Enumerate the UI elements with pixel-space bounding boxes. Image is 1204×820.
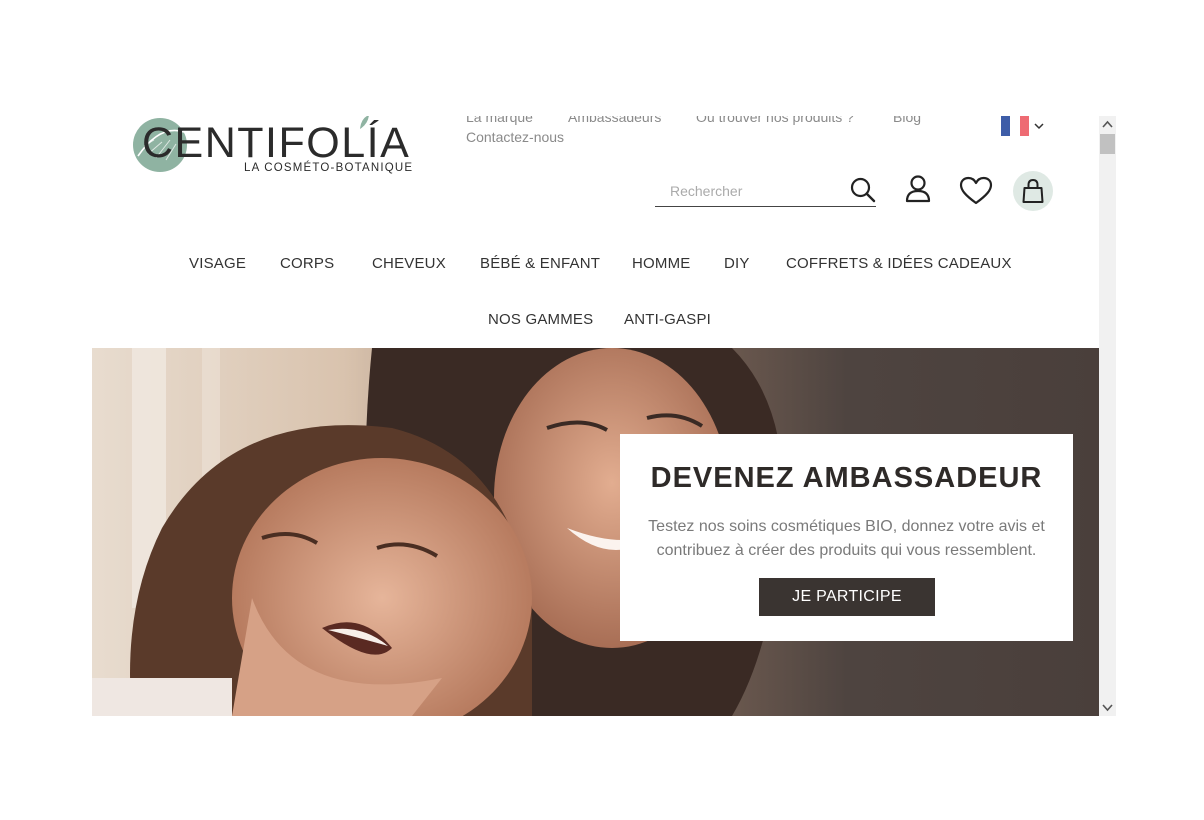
- nav-anti-gaspi[interactable]: ANTI-GASPI: [624, 311, 711, 328]
- ambassador-promo-card: DEVENEZ AMBASSADEUR Testez nos soins cos…: [620, 434, 1073, 641]
- vertical-scrollbar[interactable]: [1099, 116, 1116, 716]
- cart-button[interactable]: [1013, 171, 1053, 211]
- nav-visage[interactable]: VISAGE: [189, 255, 246, 272]
- search-bar: [655, 172, 876, 207]
- link-ambassadeurs[interactable]: Ambassadeurs: [568, 116, 661, 125]
- je-participe-button[interactable]: JE PARTICIPE: [759, 578, 935, 616]
- search-input[interactable]: [655, 178, 857, 204]
- shopping-bag-icon: [1022, 178, 1044, 203]
- nav-coffrets[interactable]: COFFRETS & IDÉES CADEAUX: [786, 255, 1012, 272]
- scroll-down-arrow-icon[interactable]: [1099, 699, 1116, 716]
- hero-banner: DEVENEZ AMBASSADEUR Testez nos soins cos…: [92, 348, 1099, 716]
- page-content: CENTIFOLÍA LA COSMÉTO-BOTANIQUE La marqu…: [92, 116, 1099, 716]
- link-la-marque[interactable]: La marque: [466, 116, 533, 125]
- france-flag-icon: [1001, 116, 1029, 136]
- nav-bebe-enfant[interactable]: BÉBÉ & ENFANT: [480, 255, 600, 272]
- promo-title: DEVENEZ AMBASSADEUR: [650, 462, 1043, 494]
- nav-corps[interactable]: CORPS: [280, 255, 334, 272]
- chevron-down-icon: [1034, 123, 1044, 130]
- language-selector[interactable]: [1001, 116, 1047, 136]
- scroll-up-arrow-icon[interactable]: [1099, 116, 1116, 133]
- search-icon[interactable]: [849, 176, 877, 204]
- nav-cheveux[interactable]: CHEVEUX: [372, 255, 446, 272]
- brand-tagline: LA COSMÉTO-BOTANIQUE: [244, 162, 414, 174]
- nav-diy[interactable]: DIY: [724, 255, 750, 272]
- main-nav: VISAGE CORPS CHEVEUX BÉBÉ & ENFANT HOMME…: [92, 255, 1099, 279]
- promo-text: Testez nos soins cosmétiques BIO, donnez…: [648, 518, 1045, 559]
- browser-viewport: CENTIFOLÍA LA COSMÉTO-BOTANIQUE La marqu…: [92, 116, 1116, 716]
- scrollbar-thumb[interactable]: [1100, 134, 1115, 154]
- main-nav-row2: NOS GAMMES ANTI-GASPI: [92, 311, 1099, 335]
- wishlist-heart-icon[interactable]: [959, 176, 993, 206]
- brand-logo[interactable]: CENTIFOLÍA LA COSMÉTO-BOTANIQUE: [130, 116, 412, 178]
- link-blog[interactable]: Blog: [893, 116, 921, 125]
- brand-name: CENTIFOLÍA: [142, 119, 411, 167]
- account-icon[interactable]: [904, 174, 932, 204]
- nav-nos-gammes[interactable]: NOS GAMMES: [488, 311, 593, 328]
- nav-homme[interactable]: HOMME: [632, 255, 691, 272]
- link-ou-trouver[interactable]: Où trouver nos produits ?: [696, 116, 854, 125]
- link-contact[interactable]: Contactez-nous: [466, 129, 564, 145]
